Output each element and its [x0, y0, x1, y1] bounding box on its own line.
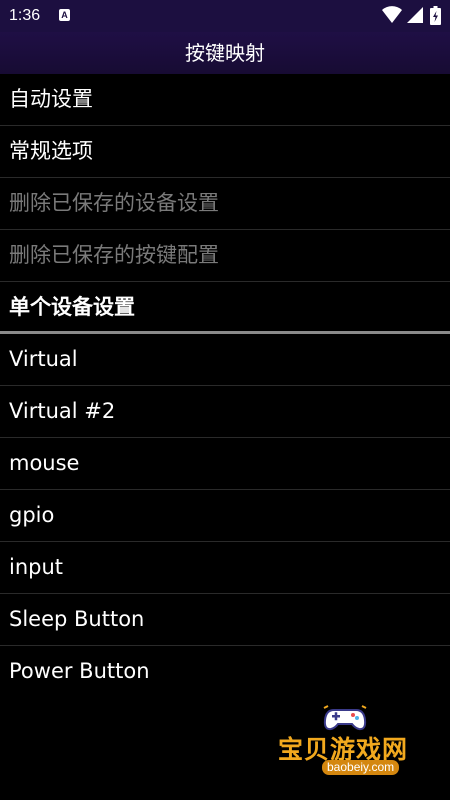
notification-a-icon: A	[59, 9, 70, 21]
menu-item-auto-setup[interactable]: 自动设置	[0, 74, 450, 126]
device-item-virtual[interactable]: Virtual	[0, 334, 450, 386]
battery-icon	[430, 6, 441, 25]
device-item-label: mouse	[9, 451, 80, 475]
menu-item-label: 删除已保存的设备设置	[9, 191, 219, 215]
device-item-mouse[interactable]: mouse	[0, 438, 450, 490]
menu-item-delete-key-configs: 删除已保存的按键配置	[0, 230, 450, 282]
watermark-logo: 宝贝游戏网 baobeiy.com	[272, 700, 422, 786]
device-item-label: Virtual #2	[9, 399, 116, 423]
menu-item-label: 删除已保存的按键配置	[9, 243, 219, 267]
device-item-power-button[interactable]: Power Button	[0, 646, 450, 697]
menu-item-label: 常规选项	[9, 139, 93, 163]
device-item-label: Virtual	[9, 347, 78, 371]
device-item-label: Power Button	[9, 659, 150, 683]
watermark-domain: baobeiy.com	[322, 760, 400, 775]
menu-item-general-options[interactable]: 常规选项	[0, 126, 450, 178]
device-item-sleep-button[interactable]: Sleep Button	[0, 594, 450, 646]
settings-list: 自动设置 常规选项 删除已保存的设备设置 删除已保存的按键配置 单个设备设置 V…	[0, 74, 450, 697]
status-bar: 1:36 A	[0, 0, 450, 32]
device-item-label: Sleep Button	[9, 607, 145, 631]
gamepad-icon	[323, 705, 367, 731]
page-title: 按键映射	[185, 41, 265, 65]
section-header-device-settings: 单个设备设置	[0, 282, 450, 334]
device-item-label: gpio	[9, 503, 55, 527]
app-header: 按键映射	[0, 32, 450, 74]
device-item-label: input	[9, 555, 64, 579]
signal-icon	[407, 7, 423, 23]
menu-item-delete-device-settings: 删除已保存的设备设置	[0, 178, 450, 230]
status-time: 1:36	[9, 7, 41, 24]
wifi-icon	[382, 6, 402, 23]
status-icons	[382, 6, 444, 26]
section-title: 单个设备设置	[9, 295, 135, 319]
app-screen: 1:36 A 按键映射 自动设置 常规选项 删除已保存的设备设置 删除已保存的按…	[0, 0, 450, 800]
menu-item-label: 自动设置	[9, 87, 93, 111]
device-item-input[interactable]: input	[0, 542, 450, 594]
device-item-gpio[interactable]: gpio	[0, 490, 450, 542]
device-item-virtual-2[interactable]: Virtual #2	[0, 386, 450, 438]
